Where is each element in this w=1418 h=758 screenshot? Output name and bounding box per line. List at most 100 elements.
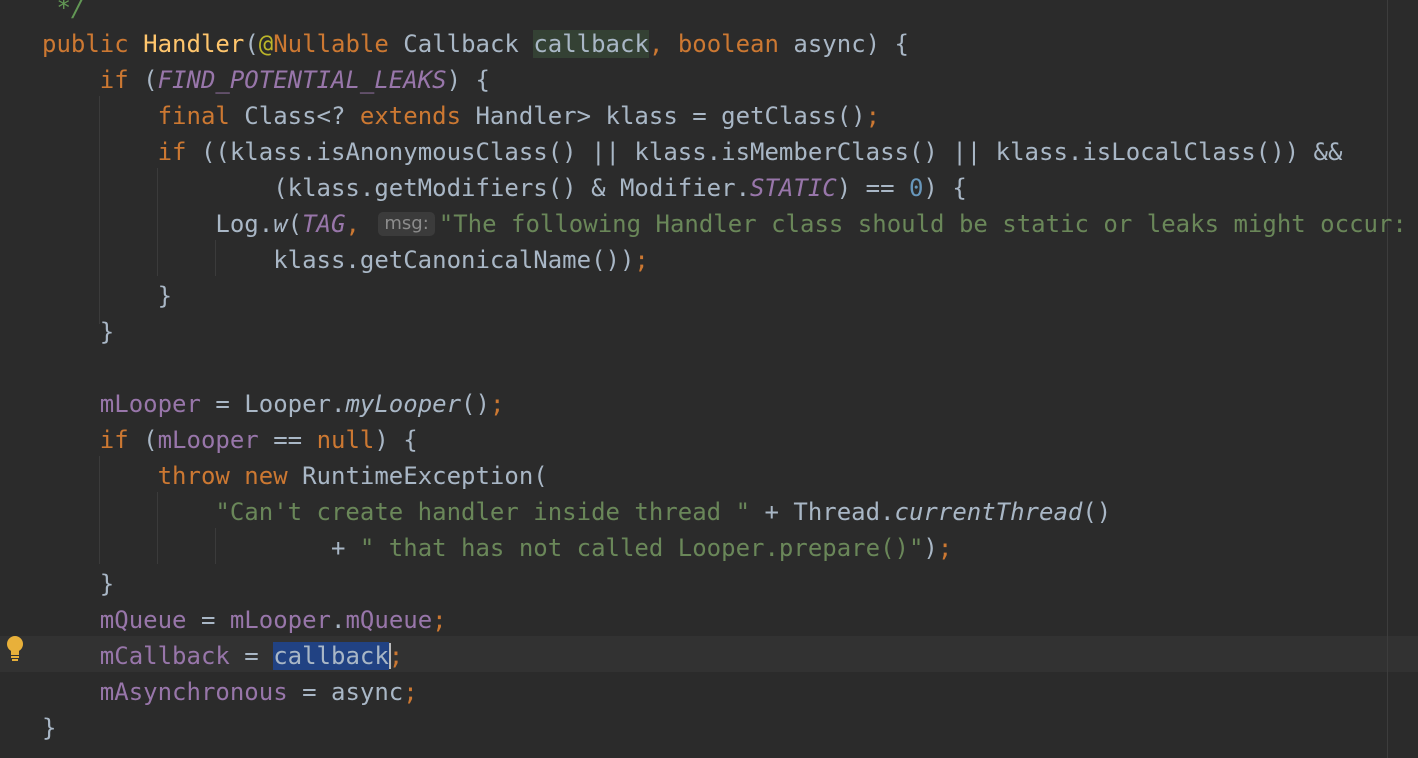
code-token: } (42, 570, 115, 598)
code-line[interactable]: } (0, 314, 1418, 350)
code-line-text[interactable]: "Can't create handler inside thread " + … (42, 494, 1111, 530)
code-token: ; (403, 678, 418, 706)
highlighted-parameter: callback (533, 30, 649, 58)
lightbulb-icon[interactable] (5, 634, 25, 664)
code-line[interactable]: public Handler(@Nullable Callback callba… (0, 26, 1418, 62)
code-token: mLooper (99, 390, 201, 418)
code-token: klass.getCanonicalName()) (42, 246, 635, 274)
code-line[interactable]: final Class<? extends Handler> klass = g… (0, 98, 1418, 134)
code-line[interactable]: mAsynchronous = async; (0, 674, 1418, 710)
code-line[interactable]: mCallback = callback; (0, 638, 1418, 674)
code-line-text[interactable]: (klass.getModifiers() & Modifier.STATIC)… (42, 170, 967, 206)
code-token: " that has not called Looper.prepare()" (359, 534, 924, 562)
code-line-text[interactable]: final Class<? extends Handler> klass = g… (42, 98, 880, 134)
code-line[interactable]: klass.getCanonicalName()); (0, 242, 1418, 278)
code-line[interactable]: "Can't create handler inside thread " + … (0, 494, 1418, 530)
code-token: ; (937, 534, 953, 562)
code-token: extends (359, 102, 476, 130)
code-line-text[interactable]: mLooper = Looper.myLooper(); (42, 386, 505, 422)
code-line-text[interactable]: } (42, 710, 56, 746)
code-token: ( (143, 66, 158, 94)
code-line[interactable]: */ (0, 0, 1418, 26)
code-token: RuntimeException( (302, 462, 548, 490)
code-line-text[interactable]: mCallback = callback; (42, 638, 403, 674)
code-token: "Can't create handler inside thread " (215, 498, 751, 526)
code-token: "The following Handler class should be s… (438, 210, 1418, 238)
code-token: ( (143, 426, 158, 454)
code-line-text[interactable]: */ (42, 0, 85, 26)
code-token: async) { (793, 30, 909, 58)
code-line[interactable]: } (0, 566, 1418, 602)
code-token: FIND_POTENTIAL_LEAKS (157, 66, 447, 94)
code-token: ) (923, 534, 938, 562)
code-line-text[interactable]: Log.w(TAG, msg: "The following Handler cl… (42, 206, 1418, 242)
code-token: ( (287, 210, 303, 238)
code-line[interactable]: Log.w(TAG, msg: "The following Handler cl… (0, 206, 1418, 242)
code-line[interactable]: (klass.getModifiers() & Modifier.STATIC)… (0, 170, 1418, 206)
code-token: @ (258, 30, 274, 58)
code-token: ((klass.isAnonymousClass() || klass.isMe… (200, 138, 1343, 166)
code-line[interactable]: if (mLooper == null) { (0, 422, 1418, 458)
code-editor[interactable]: */ public Handler(@Nullable Callback call… (0, 0, 1418, 758)
code-line[interactable]: } (0, 710, 1418, 746)
code-line-text[interactable]: mAsynchronous = async; (42, 674, 418, 710)
code-token: */ (56, 0, 86, 22)
code-line-text[interactable]: + " that has not called Looper.prepare()… (42, 530, 952, 566)
code-token: () (461, 390, 490, 418)
code-line[interactable]: mQueue = mLooper.mQueue; (0, 602, 1418, 638)
code-token: 0 (908, 174, 924, 202)
code-token: if (99, 426, 144, 454)
code-line-text[interactable]: } (42, 314, 114, 350)
code-token: boolean (677, 30, 794, 58)
code-token: } (42, 318, 115, 346)
code-line[interactable]: } (0, 278, 1418, 314)
code-token: ; (489, 390, 505, 418)
code-token: Class<? (244, 102, 360, 130)
code-token: } (42, 282, 173, 310)
code-token: mLooper (229, 606, 332, 634)
code-token: throw new (157, 462, 303, 490)
code-token: } (42, 714, 57, 742)
code-token: w (273, 210, 288, 238)
code-line[interactable]: if ((klass.isAnonymousClass() || klass.i… (0, 134, 1418, 170)
code-token: + Thread. (750, 498, 895, 526)
code-line-text[interactable]: mQueue = mLooper.mQueue; (42, 602, 447, 638)
code-token: Nullable (273, 30, 404, 58)
selected-text: callback (273, 642, 389, 670)
code-token: + (42, 534, 360, 562)
code-token: = (186, 606, 230, 634)
code-line-text[interactable]: klass.getCanonicalName()); (42, 242, 649, 278)
code-line[interactable] (0, 350, 1418, 386)
code-line-text[interactable]: public Handler(@Nullable Callback callba… (42, 26, 909, 62)
code-line[interactable]: mLooper = Looper.myLooper(); (0, 386, 1418, 422)
code-token: Callback (403, 30, 534, 58)
code-token: ; (634, 246, 649, 274)
code-line-text[interactable]: if (FIND_POTENTIAL_LEAKS) { (42, 62, 490, 98)
code-line-text[interactable]: } (42, 566, 114, 602)
code-token: mAsynchronous (99, 678, 288, 706)
code-token: final (157, 102, 245, 130)
code-token: , (648, 30, 678, 58)
code-token: if (99, 66, 144, 94)
code-line-text[interactable]: } (42, 278, 172, 314)
code-line-text[interactable]: throw new RuntimeException( (42, 458, 548, 494)
code-token: if (157, 138, 201, 166)
code-line[interactable]: if (FIND_POTENTIAL_LEAKS) { (0, 62, 1418, 98)
parameter-hint: msg: (378, 212, 435, 236)
code-token: . (331, 606, 346, 634)
code-line-text[interactable]: if (mLooper == null) { (42, 422, 418, 458)
code-token: mLooper (157, 426, 259, 454)
code-line-text[interactable]: if ((klass.isAnonymousClass() || klass.i… (42, 134, 1343, 170)
code-line[interactable]: throw new RuntimeException( (0, 458, 1418, 494)
code-line[interactable]: + " that has not called Looper.prepare()… (0, 530, 1418, 566)
code-token: = (229, 642, 274, 670)
code-token: ) { (374, 426, 418, 454)
